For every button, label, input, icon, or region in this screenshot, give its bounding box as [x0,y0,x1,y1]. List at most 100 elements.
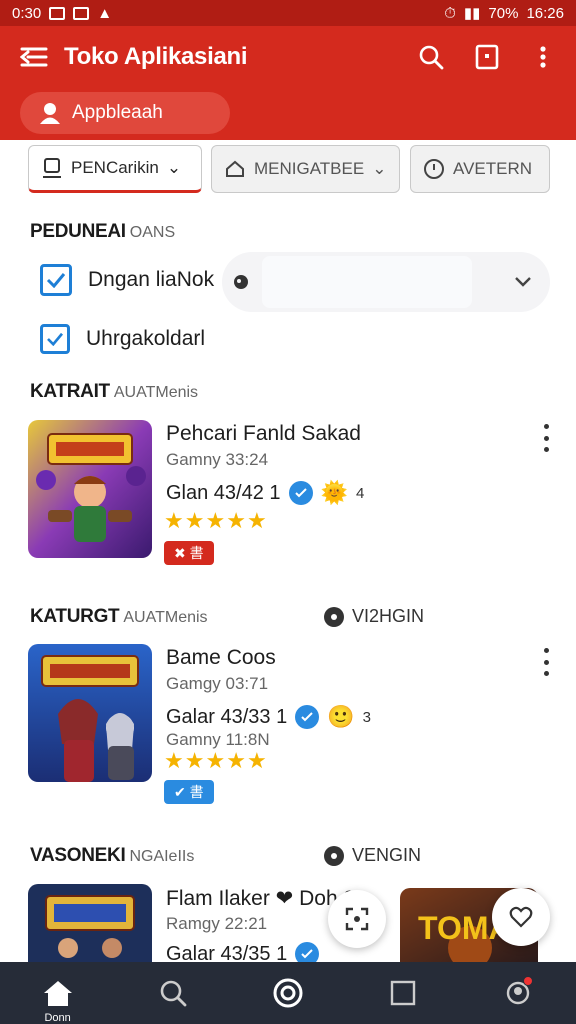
app-rating: Glan 43/42 1 [166,481,281,504]
app-title: Pehcari Fanld Sakad [166,422,361,445]
preference-option-label: Uhrgakoldarl [86,327,206,350]
search-icon[interactable] [412,38,450,76]
preference-option-label: Dngan liaNok [88,268,215,291]
wishlist-button[interactable] [492,888,550,946]
star-icon: ★ [184,508,205,533]
app-card[interactable]: Bame Coos Gamgy 03:71 Galar 43/33 1 🙂 3 … [28,644,558,804]
app-subtitle-secondary: Gamny 11:8N [166,730,270,749]
app-card[interactable]: Pehcari Fanld Sakad Gamny 33:24 Glan 43/… [28,420,558,570]
chevron-down-icon: ⌄ [372,159,387,178]
filter-chip-sort[interactable]: AVETERN [410,145,550,193]
app-title: Flam Ilaker ❤ Doh 9 [166,887,356,910]
section-action-label: VI2HGIN [352,606,425,626]
section-subtitle: NGAIeIIs [129,848,195,865]
more-vert-icon[interactable] [538,424,554,452]
checkbox-checked[interactable] [40,264,72,296]
verified-icon [295,705,320,729]
filter-chip-label: MENIGATBEE [254,159,365,178]
app-title: Toko Aplikasiani [64,43,248,70]
section-title-text: KATURGT [30,606,120,627]
more-vert-icon[interactable] [524,38,562,76]
nav-games[interactable] [253,962,323,1024]
section-action[interactable]: VI2HGIN [324,606,424,627]
star-icon: ★ [246,748,267,773]
star-icon: ★ [226,748,246,773]
section-title: KATURGT AUATMenis [30,606,208,628]
star-icon: ★ [226,508,246,533]
home-icon [43,981,72,1006]
app-rating-row: Galar 43/35 1 [166,942,320,963]
checkbox-checked[interactable] [40,324,70,354]
preference-option-2[interactable]: Uhrgakoldarl [40,324,205,354]
more-vert-icon[interactable] [538,648,554,676]
nav-home[interactable]: Donn [23,962,93,1024]
app-rating: Galar 43/35 1 [166,942,288,963]
location-icon [324,845,344,866]
library-icon [390,980,416,1006]
nav-library[interactable] [368,962,438,1024]
app-rating-row: Glan 43/42 1 🌞 4 [166,480,364,506]
app-rating-row: Galar 43/33 1 🙂 3 [166,704,371,730]
star-icon: ★ [205,508,226,533]
app-badge: ✔ 書 [164,780,214,804]
bottom-navigation: Donn [0,962,576,1024]
account-chip[interactable]: Appbleaah [20,92,230,134]
person-icon [43,158,61,178]
nav-profile[interactable] [483,962,553,1024]
share-icon[interactable] [468,38,506,76]
status-bar: 0:30 ▲ ⏱ ▮▮ 70% 16:26 [0,0,576,26]
reaction-count: 4 [355,484,365,502]
star-icon: ★ [164,748,184,773]
section-action-label: VENGIN [352,845,422,865]
status-time-right: 16:26 [526,4,564,22]
star-rating: ★ ★ ★ ★ ★ [164,508,267,534]
battery-level: 70% [488,4,519,22]
app-badge: ✖ 書 [164,541,214,565]
reaction-icon: 🌞 [320,480,348,505]
preference-dropdown[interactable] [222,252,550,312]
check-icon [46,273,66,288]
filter-chip-label: PENCarikin [71,158,159,177]
star-icon: ★ [164,508,184,533]
search-icon [160,980,187,1007]
check-icon [47,332,64,346]
scan-icon [345,907,369,931]
filter-bar: PENCarikin ⌄ MENIGATBEE ⌄ AVETERN [0,145,576,195]
section-title-text: KATRAIT [30,381,110,402]
star-icon: ★ [184,748,205,773]
section-subtitle: AUATMenis [113,384,199,401]
section-title: VASONEKI NGAIeIIs [30,845,194,867]
preference-option-1[interactable]: Dngan liaNok [40,264,214,296]
app-rating: Galar 43/33 1 [166,705,288,728]
scan-button[interactable] [328,890,386,948]
cloud-icon [226,160,244,177]
globe-icon [234,275,248,289]
notification-icon: ▲ [97,4,113,22]
verified-icon [288,481,313,505]
user-icon [40,103,60,124]
star-icon: ★ [205,748,226,773]
star-icon: ★ [246,508,267,533]
image-icon [73,6,90,20]
games-icon [273,978,303,1008]
clock-icon [424,159,444,179]
signal-icon: ▮▮ [463,5,481,22]
section-title: KATRAIT AUATMenis [30,381,198,403]
filter-chip-label: AVETERN [453,159,533,178]
alarm-icon: ⏱ [444,4,456,22]
preferences-subtitle: OANS [129,224,176,241]
verified-icon [295,942,320,962]
preferences-title-text: PEDUNEAI [30,221,126,242]
status-time-left: 0:30 [12,4,42,22]
filter-chip-category[interactable]: MENIGATBEE ⌄ [211,145,400,193]
reaction-count: 3 [362,708,371,726]
app-title: Bame Coos [166,646,276,669]
nav-search[interactable] [138,962,208,1024]
nav-home-label: Donn [44,1012,71,1024]
section-action[interactable]: VENGIN [324,845,421,866]
menu-icon[interactable] [18,43,50,71]
app-thumbnail [28,420,152,558]
app-bar: Toko Aplikasiani Appbleaah [0,26,576,140]
section-title-text: VASONEKI [30,845,126,866]
filter-chip-search[interactable]: PENCarikin ⌄ [28,145,202,193]
